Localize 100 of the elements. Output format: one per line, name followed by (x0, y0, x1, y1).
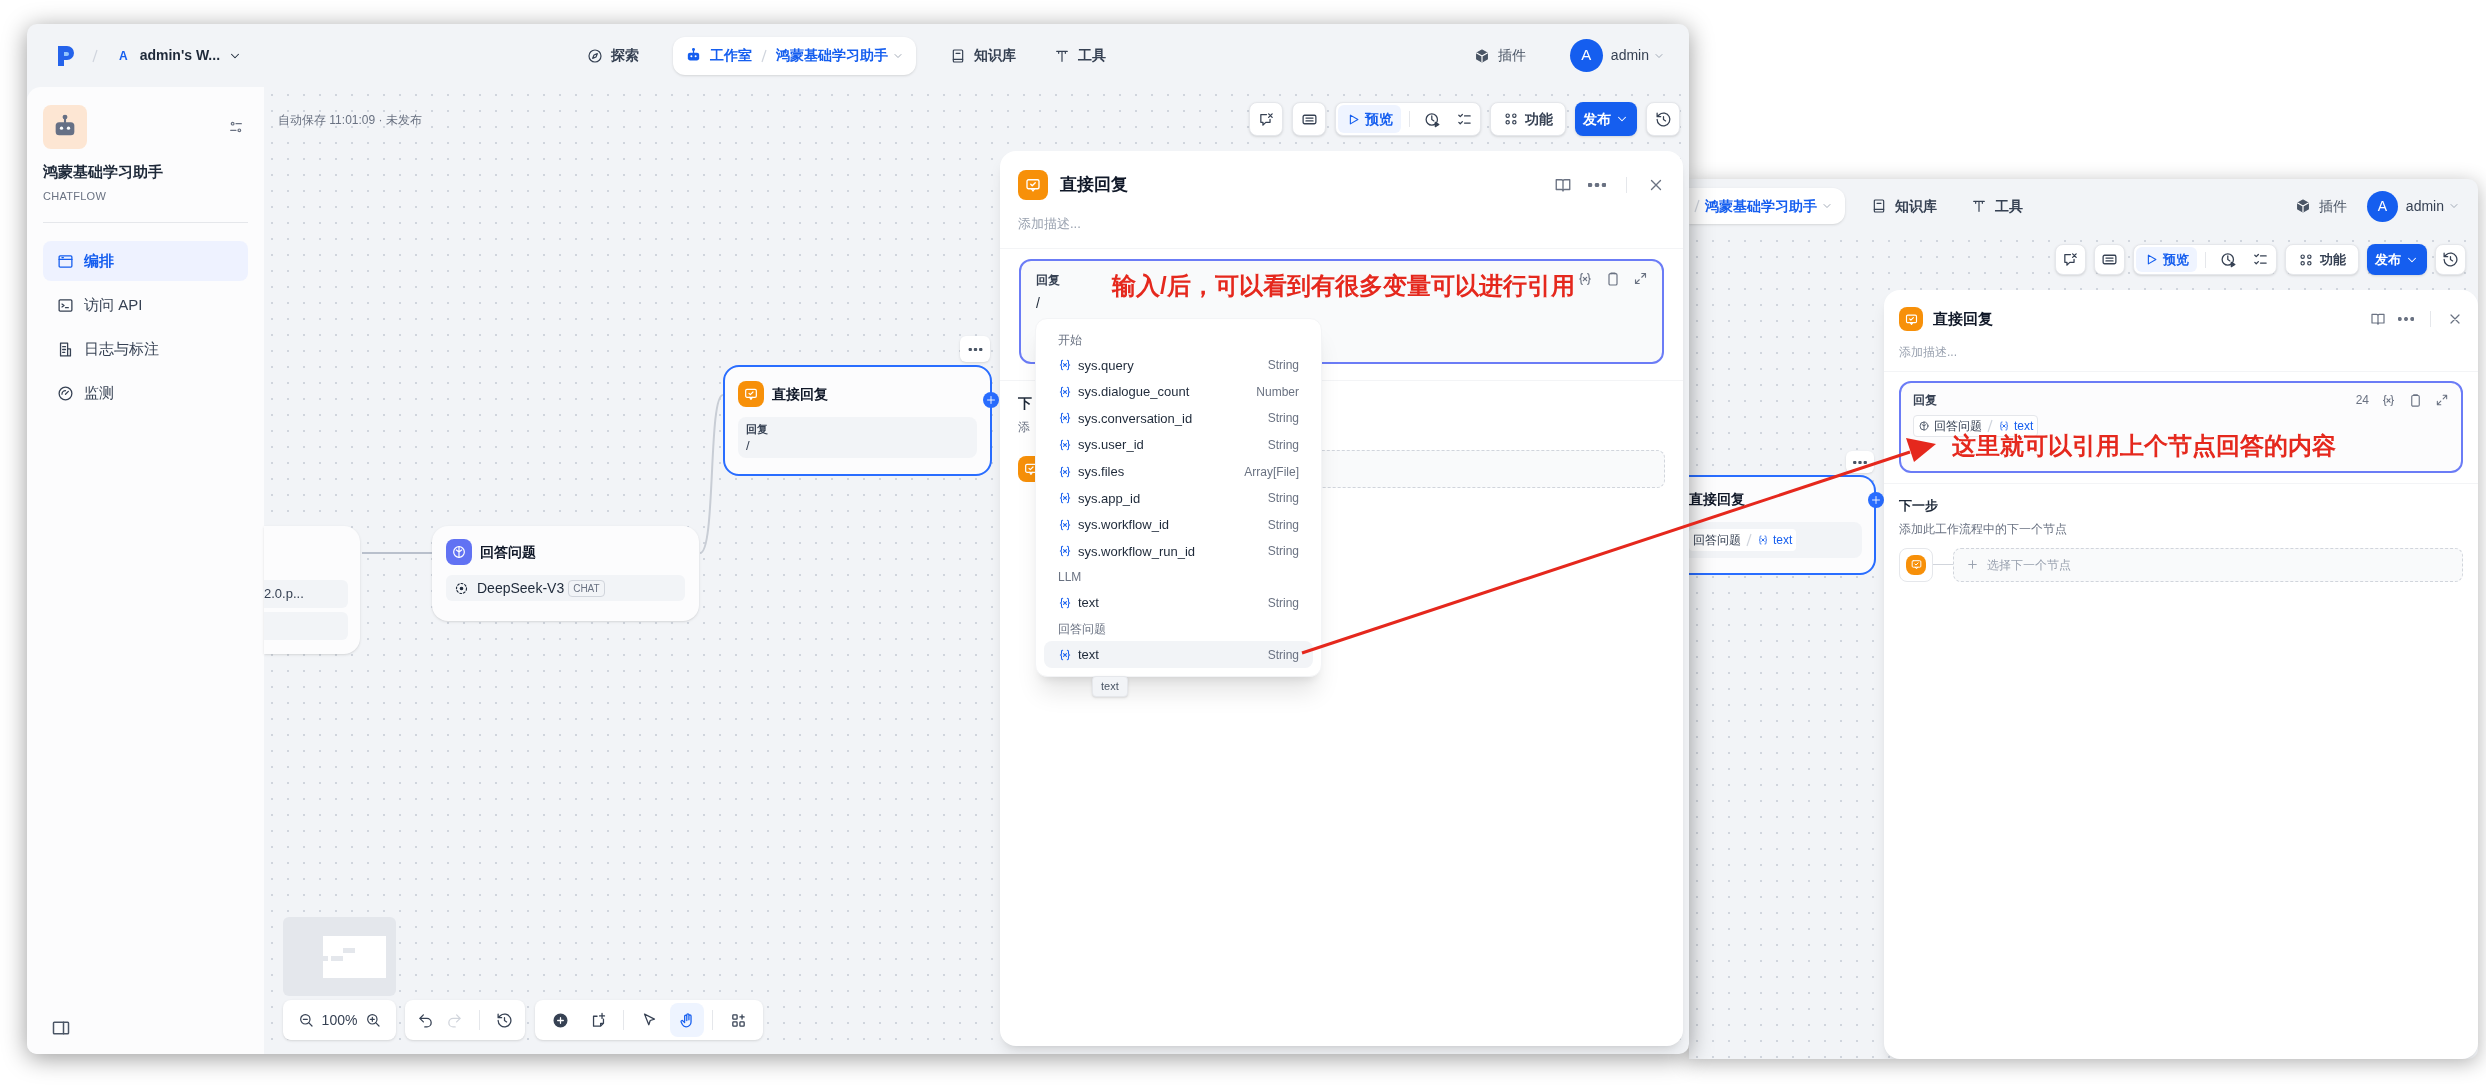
section-title: 下 (1018, 393, 1032, 413)
nav-tab[interactable]: 工具 (1050, 36, 1110, 75)
model-name: DeepSeek-V3 (477, 578, 565, 598)
panel-title: 直接回复 (1933, 308, 1993, 329)
plugins-link[interactable]: 插件 (1473, 45, 1526, 66)
user-avatar[interactable]: A (1569, 39, 1603, 72)
preview-button[interactable]: 预览 (2136, 247, 2197, 272)
autosave-status: 自动保存 11:01:09 · 未发布 (278, 112, 422, 129)
variable-option[interactable]: sys.app_id String (1044, 484, 1313, 512)
more-button[interactable] (960, 336, 990, 362)
version-history-button[interactable] (1646, 102, 1680, 136)
nav-tab[interactable]: 知识库 (1871, 195, 1937, 217)
grid-icon (1503, 111, 1519, 127)
chat-variables-button[interactable] (1249, 102, 1283, 136)
sidebar-item[interactable]: 访问 API (43, 285, 248, 325)
group-label: LLM (1057, 569, 1083, 587)
plus-circle-icon (551, 1011, 569, 1029)
variable-option[interactable]: sys.files Array[File] (1044, 458, 1313, 485)
copy-button[interactable] (2408, 392, 2423, 408)
variable-icon (1998, 420, 2010, 432)
add-node-handle[interactable] (1868, 492, 1884, 508)
app-name: 鸿蒙基础学习助手 (43, 162, 164, 182)
add-node-handle[interactable] (983, 392, 999, 408)
chat-variables-button[interactable] (2055, 244, 2086, 275)
version-history-button[interactable] (2435, 244, 2466, 275)
panel-title: 直接回复 (1060, 174, 1128, 197)
workflow-node[interactable]: 回答问题 DeepSeek-V3 CHAT (432, 526, 699, 621)
group-label: 回答问题 (1057, 620, 1107, 638)
publish-button[interactable]: 发布 (1575, 102, 1637, 136)
description-field[interactable]: 添加描述... (1018, 214, 1665, 234)
clipboard-icon (1605, 270, 1621, 287)
hand-tool[interactable] (670, 1003, 704, 1037)
description-field[interactable]: 添加描述... (1899, 343, 2463, 361)
help-button[interactable] (1554, 176, 1572, 194)
field-label: 回复 (1036, 271, 1060, 289)
nav-tab[interactable]: 探索 (583, 36, 643, 75)
sidebar-item[interactable]: 编排 (43, 241, 248, 281)
expand-icon (1633, 271, 1648, 286)
history-icon (2442, 251, 2459, 268)
publish-button[interactable]: 发布 (2367, 244, 2427, 275)
zoom-level[interactable]: 100% (317, 1009, 362, 1031)
insert-variable-button[interactable] (2381, 392, 2396, 408)
workspace-avatar: A (119, 47, 128, 65)
variable-icon (1058, 517, 1072, 532)
variable-icon (1577, 270, 1593, 287)
nav-tab[interactable]: 工具 (1971, 195, 2023, 217)
workspace-switcher[interactable]: admin's W... (139, 45, 242, 66)
logo-icon[interactable] (57, 44, 75, 67)
grid-icon (2298, 251, 2314, 268)
breadcrumb-link[interactable]: 鸿蒙基础学习助手 (776, 45, 904, 66)
more-button[interactable] (1588, 183, 1606, 187)
node-title: 回答问题 (480, 542, 536, 562)
variable-option[interactable]: sys.workflow_run_id String (1044, 538, 1313, 565)
copy-button[interactable] (1605, 270, 1621, 287)
features-button[interactable]: 功能 (1490, 102, 1566, 136)
workflow-node[interactable]: 直接回复 回复 / (723, 365, 992, 476)
user-menu[interactable]: admin (1610, 45, 1665, 66)
plugins-link[interactable]: 插件 (2294, 195, 2347, 217)
expand-button[interactable] (2435, 393, 2449, 407)
variable-option[interactable]: sys.workflow_id String (1044, 511, 1313, 539)
features-button[interactable]: 功能 (2285, 244, 2359, 275)
user-avatar[interactable]: A (2366, 190, 2398, 222)
edge-line (361, 552, 433, 554)
zoom-out-icon (297, 1012, 314, 1028)
annotation-text: 这里就可以引用上个节点回答的内容 (1952, 431, 2336, 461)
variable-icon (1757, 534, 1769, 546)
variable-option[interactable]: text String (1044, 641, 1313, 668)
preview-button[interactable]: 预览 (1338, 105, 1401, 133)
variable-option[interactable]: sys.dialogue_count Number (1044, 378, 1313, 406)
settings-button[interactable] (228, 119, 244, 135)
app-type: CHATFLOW (43, 188, 108, 204)
sidebar-item[interactable]: 监测 (43, 373, 248, 413)
compass-icon (587, 47, 603, 64)
workflow-node[interactable]: 2.0.p... (264, 526, 360, 654)
nav-tab[interactable]: 知识库 (946, 36, 1020, 75)
env-button[interactable] (2094, 244, 2125, 275)
variable-option[interactable]: sys.user_id String (1044, 431, 1313, 459)
breadcrumb-link[interactable]: 鸿蒙基础学习助手 (1705, 195, 1833, 217)
more-button[interactable] (2398, 317, 2414, 321)
user-menu[interactable]: admin (2405, 195, 2460, 217)
variable-option[interactable]: sys.conversation_id String (1044, 405, 1313, 432)
variable-option[interactable]: text String (1044, 589, 1313, 617)
insert-variable-button[interactable] (1577, 270, 1593, 287)
character-count: 24 (2355, 392, 2369, 409)
history-icon (1654, 110, 1672, 128)
zoom-in-button[interactable] (365, 1012, 382, 1028)
env-button[interactable] (1292, 102, 1326, 136)
variable-icon (1058, 544, 1072, 559)
zoom-out-button[interactable] (297, 1012, 314, 1028)
sidebar-item[interactable]: 日志与标注 (43, 329, 248, 369)
nav-tab[interactable]: 工作室 (685, 45, 752, 66)
more-icon (2398, 317, 2414, 321)
chip-variable-name: text (2014, 418, 2034, 433)
help-button[interactable] (2370, 311, 2386, 327)
chip-variable-name: text (1773, 532, 1793, 549)
expand-button[interactable] (1633, 271, 1648, 286)
workflow-node[interactable]: 直接回复 回答问题 text (1689, 475, 1876, 575)
undo-button[interactable] (417, 1011, 434, 1029)
version-history-button[interactable] (496, 1011, 513, 1029)
node-row: 2.0.p... (264, 580, 348, 608)
